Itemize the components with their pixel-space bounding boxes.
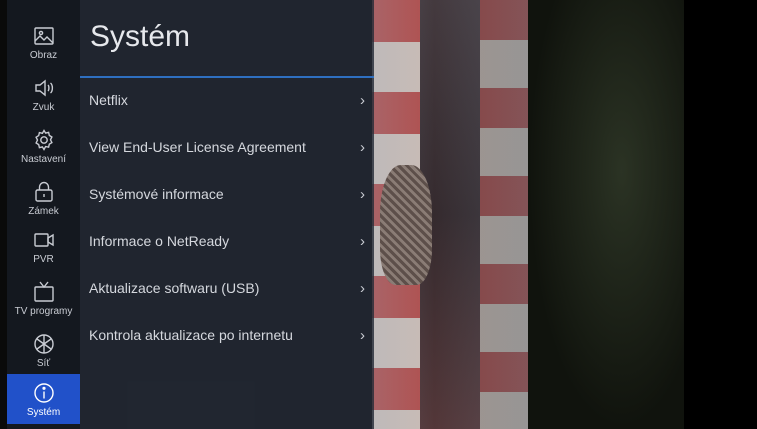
- picture-icon: [33, 26, 54, 45]
- sidebar-item-sit[interactable]: Síť: [7, 324, 80, 376]
- settings-sidebar: Obraz Zvuk Nastavení Zámek PVR TV progra…: [7, 0, 80, 429]
- tv-icon: [33, 281, 54, 302]
- sidebar-item-label: Síť: [36, 357, 51, 369]
- chevron-right-icon: ›: [360, 327, 365, 344]
- sidebar-item-label: Zámek: [28, 205, 59, 217]
- sidebar-item-label: Systém: [26, 406, 61, 418]
- menu-item-label: Kontrola aktualizace po internetu: [89, 327, 293, 343]
- page-title: Systém: [90, 20, 191, 53]
- sidebar-item-obraz[interactable]: Obraz: [7, 16, 80, 68]
- sidebar-item-system[interactable]: Systém: [7, 374, 80, 424]
- menu-item-eula[interactable]: View End-User License Agreement ›: [80, 126, 374, 170]
- chevron-right-icon: ›: [360, 139, 365, 156]
- sidebar-item-label: Zvuk: [32, 101, 55, 113]
- sidebar-item-zvuk[interactable]: Zvuk: [7, 68, 80, 120]
- camera-icon: [33, 232, 54, 247]
- background-plants: [528, 0, 684, 429]
- background-bag: [380, 165, 432, 285]
- system-menu-panel: Systém Netflix › View End-User License A…: [80, 0, 374, 429]
- background-edge: [684, 0, 757, 429]
- speaker-icon: [34, 79, 53, 96]
- info-icon: [33, 382, 54, 403]
- sidebar-item-label: TV programy: [14, 305, 73, 317]
- chevron-right-icon: ›: [360, 280, 365, 297]
- menu-item-label: View End-User License Agreement: [89, 139, 306, 155]
- chevron-right-icon: ›: [360, 186, 365, 203]
- menu-item-label: Informace o NetReady: [89, 233, 230, 249]
- lock-icon: [34, 181, 53, 202]
- chevron-right-icon: ›: [360, 92, 365, 109]
- network-icon: [33, 333, 54, 354]
- menu-item-netflix[interactable]: Netflix ›: [80, 79, 374, 123]
- menu-item-label: Aktualizace softwaru (USB): [89, 280, 260, 296]
- gear-icon: [34, 128, 53, 151]
- sidebar-item-pvr[interactable]: PVR: [7, 220, 80, 272]
- menu-item-netready[interactable]: Informace o NetReady ›: [80, 220, 374, 264]
- sidebar-item-label: Nastavení: [20, 153, 67, 165]
- menu-item-label: Systémové informace: [89, 186, 224, 202]
- chevron-right-icon: ›: [360, 233, 365, 250]
- menu-item-system-info[interactable]: Systémové informace ›: [80, 173, 374, 217]
- sidebar-item-tv-programy[interactable]: TV programy: [7, 272, 80, 324]
- sidebar-item-label: Obraz: [29, 49, 58, 61]
- menu-item-internet-update[interactable]: Kontrola aktualizace po internetu ›: [80, 314, 374, 358]
- menu-item-usb-update[interactable]: Aktualizace softwaru (USB) ›: [80, 267, 374, 311]
- sidebar-item-zamek[interactable]: Zámek: [7, 172, 80, 224]
- sidebar-item-nastaveni[interactable]: Nastavení: [7, 120, 80, 172]
- menu-item-label: Netflix: [89, 92, 128, 108]
- sidebar-item-label: PVR: [33, 253, 54, 265]
- title-divider: [80, 76, 374, 78]
